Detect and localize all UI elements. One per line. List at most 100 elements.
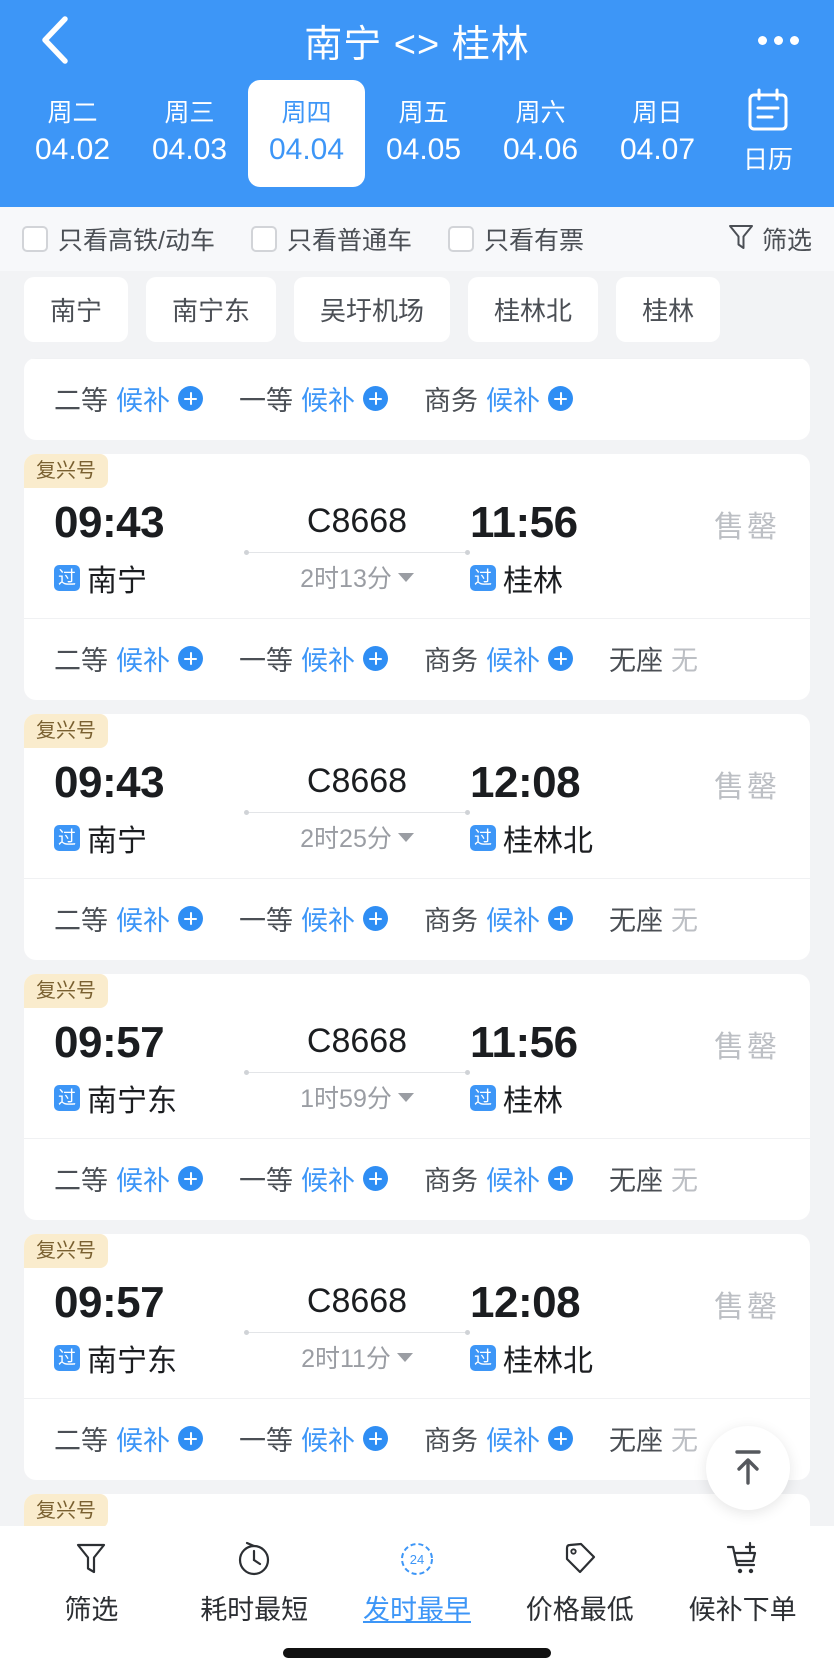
duration-toggle[interactable]: 2时25分: [300, 819, 414, 855]
date-tab-0[interactable]: 周二 04.02: [14, 80, 131, 187]
bottom-nav-earliest-departure[interactable]: 24 发时最早: [336, 1538, 499, 1627]
train-card-main[interactable]: 09:43 过 南宁 C8668 2时25分 12:08 过 桂林北 售罄: [24, 748, 810, 878]
calendar-button[interactable]: 日历: [716, 80, 820, 187]
seat-item[interactable]: 商务 候补: [424, 1419, 573, 1458]
arrival-station: 桂林北: [503, 1345, 593, 1378]
train-number: C8668: [306, 1022, 408, 1060]
seat-item[interactable]: 商务 候补: [424, 1159, 573, 1198]
status-column: 售罄: [660, 754, 780, 806]
add-waitlist-plus-icon[interactable]: [548, 646, 573, 671]
checkbox-regular-only[interactable]: 只看普通车: [250, 221, 412, 257]
scroll-to-top-button[interactable]: [706, 1426, 790, 1510]
date-tab-3[interactable]: 周五 04.05: [365, 80, 482, 187]
departure-station: 南宁东: [87, 1345, 177, 1378]
date-md: 04.04: [268, 132, 345, 166]
seat-value: 无: [671, 1166, 698, 1196]
add-waitlist-plus-icon[interactable]: [178, 906, 203, 931]
chevron-down-icon: [396, 1352, 413, 1362]
seat-item[interactable]: 一等 候补: [239, 379, 388, 418]
bottom-nav-waitlist-order[interactable]: 候补下单: [661, 1538, 824, 1627]
date-tab-5[interactable]: 周日 04.07: [599, 80, 716, 187]
train-card-main[interactable]: 09:43 过 南宁 C8668 2时13分 11:56 过 桂林 售罄: [24, 488, 810, 618]
seat-item[interactable]: 二等 候补: [54, 1419, 203, 1458]
add-waitlist-plus-icon[interactable]: [363, 386, 388, 411]
seat-row: 二等 候补 一等 候补 商务 候补: [24, 358, 810, 440]
checkbox-box-icon[interactable]: [250, 226, 277, 252]
arrival-time: 12:08: [470, 758, 581, 807]
add-waitlist-plus-icon[interactable]: [363, 646, 388, 671]
station-tab-2[interactable]: 吴圩机场: [294, 277, 451, 342]
back-button[interactable]: [28, 14, 80, 66]
date-tab-4[interactable]: 周六 04.06: [482, 80, 599, 187]
add-waitlist-plus-icon[interactable]: [178, 386, 203, 411]
seat-item[interactable]: 一等 候补: [239, 1159, 388, 1198]
seat-item[interactable]: 商务 候补: [424, 639, 573, 678]
route-line: [244, 810, 470, 815]
seat-item[interactable]: 二等 候补: [54, 639, 203, 678]
seat-item[interactable]: 商务 候补: [424, 379, 573, 418]
add-waitlist-plus-icon[interactable]: [178, 1166, 203, 1191]
checkbox-available-only[interactable]: 只看有票: [447, 221, 584, 257]
train-card[interactable]: 复兴号 09:57 过 南宁东 C8668 2时11分 12:08 过 桂林北 …: [24, 1234, 810, 1480]
train-list[interactable]: 二等 候补 一等 候补 商务 候补 复兴号 09:43 过 南宁 C8668 2…: [0, 358, 834, 1526]
add-waitlist-plus-icon[interactable]: [178, 646, 203, 671]
train-card[interactable]: 复兴号 09:57 过 南宁东 C8668 1时59分 11:56 过 桂林 售…: [24, 974, 810, 1220]
add-waitlist-plus-icon[interactable]: [548, 1426, 573, 1451]
checkbox-label: 只看高铁/动车: [58, 227, 215, 255]
seat-item[interactable]: 一等 候补: [239, 899, 388, 938]
checkbox-highspeed-only[interactable]: 只看高铁/动车: [22, 221, 215, 257]
seat-type: 商务: [424, 1166, 478, 1196]
seat-item[interactable]: 一等 候补: [239, 1419, 388, 1458]
checkbox-box-icon[interactable]: [447, 226, 474, 252]
train-model-badge: 复兴号: [24, 1494, 108, 1526]
date-tab-2-selected[interactable]: 周四 04.04: [248, 80, 365, 187]
train-card-partial-top[interactable]: 二等 候补 一等 候补 商务 候补: [24, 358, 810, 440]
chevron-down-icon: [397, 572, 414, 582]
more-options-button[interactable]: [750, 14, 806, 66]
add-waitlist-plus-icon[interactable]: [363, 1426, 388, 1451]
departure-time: 09:43: [54, 758, 165, 807]
add-waitlist-plus-icon[interactable]: [363, 906, 388, 931]
add-waitlist-plus-icon[interactable]: [178, 1426, 203, 1451]
station-tab-3[interactable]: 桂林北: [468, 277, 599, 342]
seat-item[interactable]: 二等 候补: [54, 379, 203, 418]
duration-toggle[interactable]: 1时59分: [300, 1079, 414, 1115]
seat-item[interactable]: 二等 候补: [54, 1159, 203, 1198]
date-tab-1[interactable]: 周三 04.03: [131, 80, 248, 187]
seat-item[interactable]: 二等 候补: [54, 899, 203, 938]
svg-text:24: 24: [410, 1552, 424, 1567]
bottom-nav-lowest-price[interactable]: 价格最低: [498, 1538, 661, 1627]
seat-item[interactable]: 商务 候补: [424, 899, 573, 938]
date-dow: 周二: [47, 98, 98, 127]
status-column: 售罄: [660, 1014, 780, 1066]
add-waitlist-plus-icon[interactable]: [548, 1166, 573, 1191]
station-tab-strip[interactable]: 南宁 南宁东 吴圩机场 桂林北 桂林: [0, 271, 834, 358]
arrival-time: 12:08: [470, 1278, 581, 1327]
seat-value: 无: [671, 646, 698, 676]
train-card-main[interactable]: 09:57 过 南宁东 C8668 2时11分 12:08 过 桂林北 售罄: [24, 1268, 810, 1398]
date-selector: 周二 04.02 周三 04.03 周四 04.04 周五 04.05 周六 0…: [0, 80, 834, 199]
train-card[interactable]: 复兴号 09:43 过 南宁 C8668 2时25分 12:08 过 桂林北 售…: [24, 714, 810, 960]
train-middle-column: C8668 2时11分: [244, 1274, 470, 1375]
train-card-main[interactable]: 09:57 过 南宁东 C8668 1时59分 11:56 过 桂林 售罄: [24, 1008, 810, 1138]
add-waitlist-plus-icon[interactable]: [363, 1166, 388, 1191]
bottom-nav-filter[interactable]: 筛选: [10, 1538, 173, 1627]
station-tab-1[interactable]: 南宁东: [146, 277, 277, 342]
filter-button[interactable]: 筛选: [728, 221, 812, 257]
duration-text: 2时25分: [300, 825, 392, 853]
funnel-icon: [728, 223, 754, 256]
duration-toggle[interactable]: 2时11分: [301, 1339, 413, 1375]
badge-wrap: 复兴号: [24, 1234, 810, 1268]
station-tab-4[interactable]: 桂林: [616, 277, 721, 342]
duration-toggle[interactable]: 2时13分: [300, 559, 414, 595]
bottom-nav-shortest-duration[interactable]: 耗时最短: [173, 1538, 336, 1627]
seat-item[interactable]: 一等 候补: [239, 639, 388, 678]
seat-type: 一等: [239, 386, 293, 416]
checkbox-box-icon[interactable]: [22, 226, 48, 252]
bottom-nav-bar: 筛选 耗时最短 24 发时最早 价格最低 候补下单: [0, 1526, 834, 1633]
add-waitlist-plus-icon[interactable]: [548, 906, 573, 931]
station-tab-0[interactable]: 南宁: [24, 277, 129, 342]
train-card[interactable]: 复兴号 09:43 过 南宁 C8668 2时13分 11:56 过 桂林 售罄…: [24, 454, 810, 700]
train-card-partial-bottom[interactable]: 复兴号 10:10 G1504 兑 12:35 售罄: [24, 1494, 810, 1526]
add-waitlist-plus-icon[interactable]: [548, 386, 573, 411]
